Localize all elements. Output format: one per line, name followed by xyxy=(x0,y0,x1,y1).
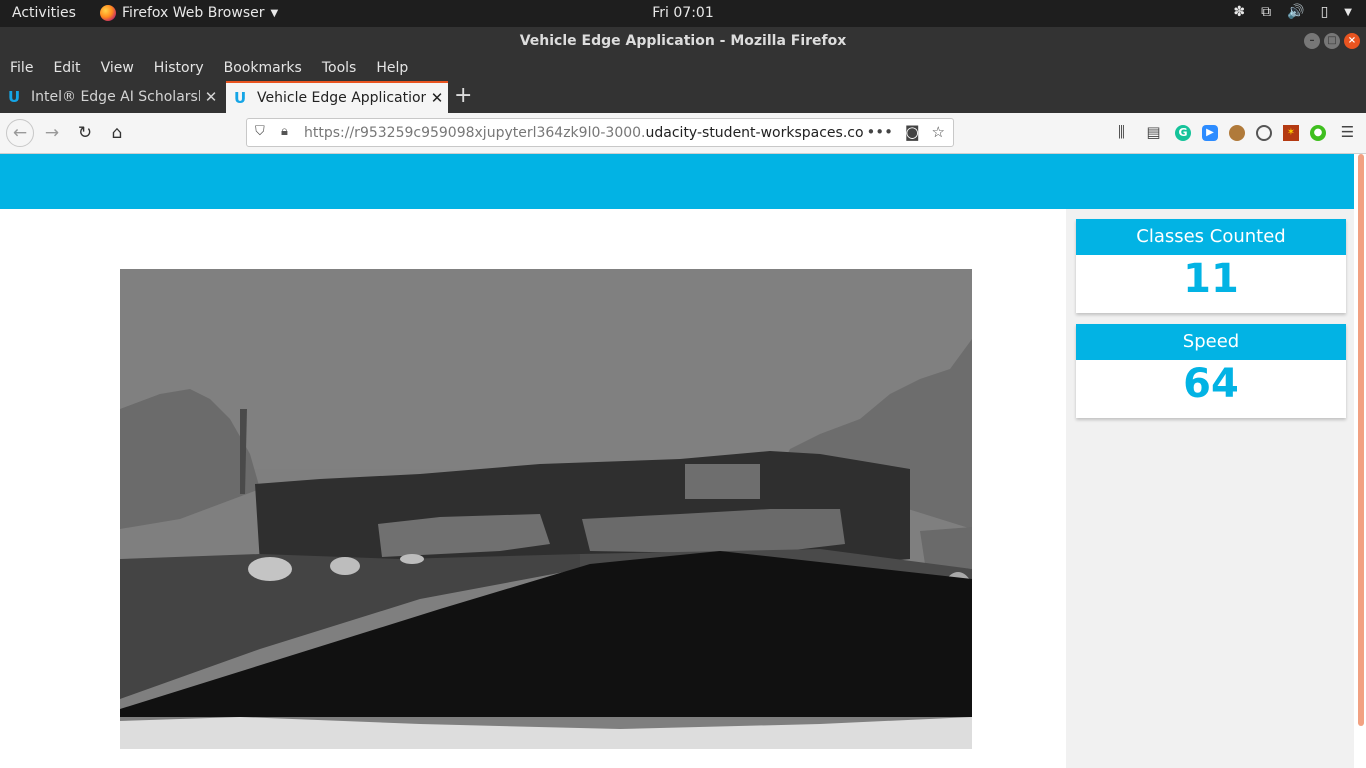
speed-label: Speed xyxy=(1076,324,1346,360)
system-tray[interactable]: ✽ ⧉ 🔊 ▯ ▼ xyxy=(1233,4,1352,20)
chevron-down-icon: ▼ xyxy=(270,7,279,19)
window-title-bar: Vehicle Edge Application - Mozilla Firef… xyxy=(0,27,1366,55)
battery-icon[interactable]: ▯ xyxy=(1321,4,1329,20)
app-menu[interactable]: Firefox Web Browser ▼ xyxy=(100,5,278,21)
segmentation-video-frame xyxy=(120,269,972,749)
menu-history[interactable]: History xyxy=(154,60,204,76)
accessibility-icon[interactable]: ✽ xyxy=(1233,4,1245,20)
navigation-toolbar: ← → ↻ ⌂ ⛉ 🔒︎ https://r953259c959098xjupy… xyxy=(0,113,1366,154)
page-scrollbar[interactable] xyxy=(1354,154,1366,768)
activities-button[interactable]: Activities xyxy=(12,5,76,21)
toolbar-icons: ⫼ ▤ G ▶ ✶ ● ☰ xyxy=(1111,122,1358,143)
page-actions-icon[interactable]: ••• xyxy=(866,123,893,141)
close-tab-icon[interactable]: ✕ xyxy=(200,88,222,106)
home-button[interactable]: ⌂ xyxy=(105,121,129,145)
clock[interactable]: Fri 07:01 xyxy=(652,5,713,21)
minimize-button[interactable]: – xyxy=(1304,33,1320,49)
menu-view[interactable]: View xyxy=(101,60,134,76)
udacity-icon: U xyxy=(8,88,21,106)
speed-card: Speed 64 xyxy=(1076,324,1346,418)
extension-icon[interactable]: ✶ xyxy=(1283,124,1299,141)
classes-counted-value: 11 xyxy=(1183,256,1239,302)
scrollbar-thumb[interactable] xyxy=(1358,154,1364,726)
system-top-bar: Activities Firefox Web Browser ▼ Fri 07:… xyxy=(0,0,1366,27)
close-window-button[interactable]: × xyxy=(1344,33,1360,49)
maximize-button[interactable]: □ xyxy=(1324,33,1340,49)
tab-intel-scholarship[interactable]: U Intel® Edge AI Scholarsh ✕ xyxy=(0,81,222,113)
network-icon[interactable]: ⧉ xyxy=(1261,4,1271,20)
menu-tools[interactable]: Tools xyxy=(322,60,357,76)
account-icon[interactable] xyxy=(1256,124,1272,141)
grammarly-icon[interactable]: G xyxy=(1175,124,1191,141)
header-banner xyxy=(0,154,1354,209)
reload-button[interactable]: ↻ xyxy=(73,121,97,145)
extension-icon[interactable]: ● xyxy=(1310,124,1326,141)
lock-icon[interactable]: 🔒︎ xyxy=(281,124,288,139)
bookmark-star-icon[interactable]: ☆ xyxy=(932,123,945,141)
menu-file[interactable]: File xyxy=(10,60,33,76)
menu-bar: File Edit View History Bookmarks Tools H… xyxy=(0,55,1366,81)
tab-title: Intel® Edge AI Scholarsh xyxy=(31,89,200,105)
volume-icon[interactable]: 🔊 xyxy=(1287,4,1304,20)
app-menu-label: Firefox Web Browser xyxy=(122,5,265,21)
new-tab-button[interactable]: + xyxy=(454,85,472,107)
menu-bookmarks[interactable]: Bookmarks xyxy=(224,60,302,76)
hamburger-menu-icon[interactable]: ☰ xyxy=(1337,122,1358,143)
back-button[interactable]: ← xyxy=(6,119,34,147)
url-text[interactable]: https://r953259c959098xjupyterl364zk9l0-… xyxy=(304,125,864,141)
cookie-icon[interactable] xyxy=(1229,124,1245,141)
firefox-icon xyxy=(100,5,116,21)
classes-counted-label: Classes Counted xyxy=(1076,219,1346,255)
forward-button[interactable]: → xyxy=(40,121,64,145)
pocket-icon[interactable]: ◙ xyxy=(905,123,920,141)
chevron-down-icon[interactable]: ▼ xyxy=(1344,7,1352,18)
close-tab-icon[interactable]: ✕ xyxy=(426,89,448,107)
menu-help[interactable]: Help xyxy=(376,60,408,76)
tab-bar: U Intel® Edge AI Scholarsh ✕ U Vehicle E… xyxy=(0,81,1366,113)
window-title: Vehicle Edge Application - Mozilla Firef… xyxy=(519,33,847,49)
classes-counted-card: Classes Counted 11 xyxy=(1076,219,1346,313)
zoom-icon[interactable]: ▶ xyxy=(1202,124,1218,141)
speed-value: 64 xyxy=(1183,361,1239,407)
page-content: Classes Counted 11 Speed 64 xyxy=(0,154,1366,768)
stats-sidebar: Classes Counted 11 Speed 64 xyxy=(1066,209,1354,768)
sidebar-icon[interactable]: ▤ xyxy=(1143,122,1164,143)
tab-vehicle-edge-application[interactable]: U Vehicle Edge Application ✕ xyxy=(226,81,448,113)
address-bar[interactable]: ⛉ 🔒︎ https://r953259c959098xjupyterl364z… xyxy=(246,118,954,147)
menu-edit[interactable]: Edit xyxy=(53,60,80,76)
udacity-icon: U xyxy=(234,89,247,107)
tab-title: Vehicle Edge Application xyxy=(257,90,426,106)
tracking-protection-icon[interactable]: ⛉ xyxy=(255,124,265,139)
library-icon[interactable]: ⫼ xyxy=(1111,122,1132,143)
